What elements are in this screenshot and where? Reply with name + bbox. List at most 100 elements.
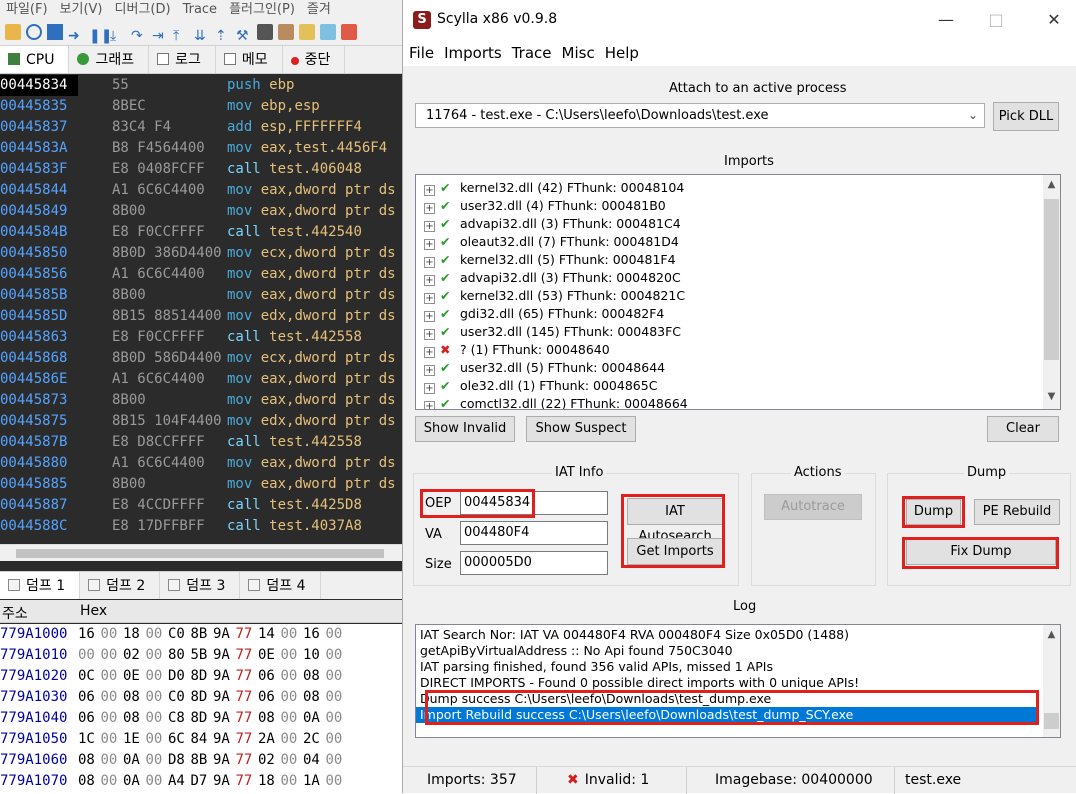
import-item[interactable]: + ✔ ole32.dll (1) FThunk: 0004865C (424, 377, 657, 395)
tab-notes[interactable]: 메모 (216, 46, 283, 73)
scroll-thumb[interactable] (16, 549, 384, 558)
expand-icon[interactable]: + (424, 293, 435, 304)
fix-dump-button[interactable]: Fix Dump (906, 539, 1056, 565)
highlight-icon[interactable] (341, 24, 357, 40)
tab-graph[interactable]: 그래프 (69, 46, 150, 73)
import-item[interactable]: + ✖ ? (1) FThunk: 00048640 (424, 341, 610, 359)
get-imports-button[interactable]: Get Imports (627, 538, 723, 565)
restart-icon[interactable] (26, 24, 42, 40)
disassembly-view[interactable]: 00445834 55 push ebp 00445835 8BEC mov ebp,es… (0, 75, 402, 541)
expand-icon[interactable]: + (424, 275, 435, 286)
run-to-user-code-icon[interactable]: ⇡ (215, 28, 231, 44)
expand-icon[interactable]: + (424, 383, 435, 394)
dump-row[interactable]: 779A1050 1C 00 1E 00 6C 84 9A 77 2A 00 2C 00 (0, 729, 402, 750)
clear-button[interactable]: Clear (987, 416, 1059, 442)
disassembly-row[interactable]: 0044583F E8 0408FCFF call test.406048 (0, 159, 402, 180)
import-item[interactable]: + ✔ advapi32.dll (3) FThunk: 0004820C (424, 269, 681, 287)
autotrace-button[interactable]: Autotrace (764, 494, 862, 520)
size-field[interactable]: 000005D0 (460, 551, 608, 575)
expand-icon[interactable]: + (424, 221, 435, 232)
tab-breakpoints[interactable]: 중단 (283, 46, 346, 73)
step-over-icon[interactable]: ↷ (131, 28, 147, 44)
execute-till-return-icon[interactable]: ⇥ (152, 28, 168, 44)
expand-icon[interactable]: + (424, 185, 435, 196)
disassembly-row[interactable]: 0044583A B8 F4564400 mov eax,test.4456F4 (0, 138, 402, 159)
import-item[interactable]: + ✔ user32.dll (4) FThunk: 000481B0 (424, 197, 666, 215)
disassembly-row[interactable]: 00445849 8B00 mov eax,dword ptr ds (0, 201, 402, 222)
disassembly-hscrollbar[interactable] (0, 544, 402, 561)
oep-field[interactable]: 00445834 (460, 491, 608, 515)
disassembly-row[interactable]: 0044585B 8B00 mov eax,dword ptr ds (0, 285, 402, 306)
tab-cpu[interactable]: CPU (0, 46, 70, 73)
show-suspect-button[interactable]: Show Suspect (526, 416, 636, 442)
imports-scrollbar[interactable]: ▲ ▼ (1043, 175, 1060, 409)
expand-icon[interactable]: + (424, 401, 435, 409)
animate-icon[interactable]: ⇊ (194, 28, 210, 44)
dump-row[interactable]: 779A1000 16 00 18 00 C0 8B 9A 77 14 00 16 00 (0, 624, 402, 645)
script-icon[interactable] (257, 24, 273, 40)
run-icon[interactable]: ➜ (68, 28, 84, 44)
tab-dump-4[interactable]: 덤프 4 (240, 572, 321, 599)
iat-autosearch-button[interactable]: IAT Autosearch (627, 498, 723, 544)
log-line[interactable]: Dump success C:\Users\leefo\Downloads\te… (420, 691, 771, 707)
dump-row[interactable]: 779A1020 0C 00 0E 00 D0 8D 9A 77 06 00 08 00 (0, 666, 402, 687)
disassembly-row[interactable]: 0044584B E8 F0CCFFFF call test.442540 (0, 222, 402, 243)
dbg-menu-file[interactable]: 파일(F) (0, 0, 54, 20)
scroll-up-icon[interactable]: ▲ (1043, 179, 1060, 190)
disassembly-row[interactable]: 0044585D 8B15 88514400 mov edx,dword ptr d… (0, 306, 402, 327)
import-item[interactable]: + ✔ gdi32.dll (65) FThunk: 000482F4 (424, 305, 664, 323)
dbg-menu-plugins[interactable]: 플러그인(P) (223, 0, 301, 20)
scroll-thumb[interactable] (1044, 713, 1059, 729)
expand-icon[interactable]: + (424, 365, 435, 376)
dump-button[interactable]: Dump (906, 499, 961, 525)
dump-row[interactable]: 779A1030 06 00 08 00 C0 8D 9A 77 06 00 08 00 (0, 687, 402, 708)
imports-tree[interactable]: + ✔ kernel32.dll (42) FThunk: 00048104 + ✔ us… (415, 174, 1061, 410)
stop-icon[interactable] (47, 24, 63, 40)
bookmark-icon[interactable] (320, 24, 336, 40)
menu-trace[interactable]: Trace (507, 40, 557, 66)
log-line[interactable]: DIRECT IMPORTS - Found 0 possible direct… (420, 675, 859, 691)
log-line[interactable]: IAT parsing finished, found 356 valid AP… (420, 659, 773, 675)
scroll-thumb[interactable] (1044, 199, 1059, 360)
menu-misc[interactable]: Misc (557, 40, 600, 66)
pause-icon[interactable]: ❚❚ (89, 28, 112, 44)
disassembly-row[interactable]: 00445868 8B0D 586D4400 mov ecx,dword ptr d… (0, 348, 402, 369)
dbg-menu-favorites[interactable]: 즐겨 (301, 0, 337, 20)
disassembly-row[interactable]: 00445863 E8 F0CCFFFF call test.442558 (0, 327, 402, 348)
disassembly-row[interactable]: 00445887 E8 4CCDFFFF call test.4425D8 (0, 495, 402, 516)
import-item[interactable]: + ✔ user32.dll (5) FThunk: 00048644 (424, 359, 665, 377)
menu-help[interactable]: Help (600, 40, 644, 66)
disassembly-row[interactable]: 0044586E A1 6C6C4400 mov eax,dword ptr ds (0, 369, 402, 390)
log-line[interactable]: IAT Search Nor: IAT VA 004480F4 RVA 0004… (420, 627, 849, 643)
dump-row[interactable]: 779A1010 00 00 02 00 80 5B 9A 77 0E 00 10 00 (0, 645, 402, 666)
title-bar[interactable]: S Scylla x86 v0.9.8 — □ ✕ (403, 0, 1076, 40)
disassembly-row[interactable]: 0044587B E8 D8CCFFFF call test.442558 (0, 432, 402, 453)
disassembly-row[interactable]: 00445885 8B00 mov eax,dword ptr ds (0, 474, 402, 495)
expand-icon[interactable]: + (424, 347, 435, 358)
close-button[interactable]: ✕ (1031, 0, 1076, 40)
pick-dll-button[interactable]: Pick DLL (993, 102, 1059, 131)
tab-dump-2[interactable]: 덤프 2 (80, 572, 161, 599)
disassembly-row[interactable]: 00445873 8B00 mov eax,dword ptr ds (0, 390, 402, 411)
expand-icon[interactable]: + (424, 311, 435, 322)
disassembly-row[interactable]: 00445850 8B0D 386D4400 mov ecx,dword ptr d… (0, 243, 402, 264)
disassembly-row[interactable]: 00445875 8B15 104F4400 mov edx,dword ptr d… (0, 411, 402, 432)
dump-row[interactable]: 779A1040 06 00 08 00 C8 8D 9A 77 08 00 0A 00 (0, 708, 402, 729)
dump-view[interactable]: 779A1000 16 00 18 00 C0 8B 9A 77 14 00 16 00 779A1010… (0, 624, 402, 793)
import-item[interactable]: + ✔ user32.dll (145) FThunk: 000483FC (424, 323, 681, 341)
import-item[interactable]: + ✔ kernel32.dll (42) FThunk: 00048104 (424, 179, 684, 197)
dbg-menu-trace[interactable]: Trace (177, 0, 224, 20)
minimize-button[interactable]: — (923, 0, 969, 40)
process-select[interactable]: 11764 - test.exe - C:\Users\leefo\Downlo… (415, 103, 985, 128)
expand-icon[interactable]: + (424, 329, 435, 340)
dbg-menu-view[interactable]: 보기(V) (54, 0, 109, 20)
expand-icon[interactable]: + (424, 239, 435, 250)
import-item[interactable]: + ✔ comctl32.dll (22) FThunk: 00048664 (424, 395, 688, 409)
tab-dump-1[interactable]: 덤프 1 (0, 572, 81, 599)
dump-row[interactable]: 779A1070 08 00 0A 00 A4 D7 9A 77 18 00 1A 00 (0, 771, 402, 792)
scroll-down-icon[interactable]: ▼ (1043, 391, 1060, 402)
pe-rebuild-button[interactable]: PE Rebuild (974, 499, 1060, 525)
expand-icon[interactable]: + (424, 257, 435, 268)
menu-file[interactable]: File (403, 40, 439, 66)
step-into-icon[interactable]: ⤓ (110, 28, 126, 44)
